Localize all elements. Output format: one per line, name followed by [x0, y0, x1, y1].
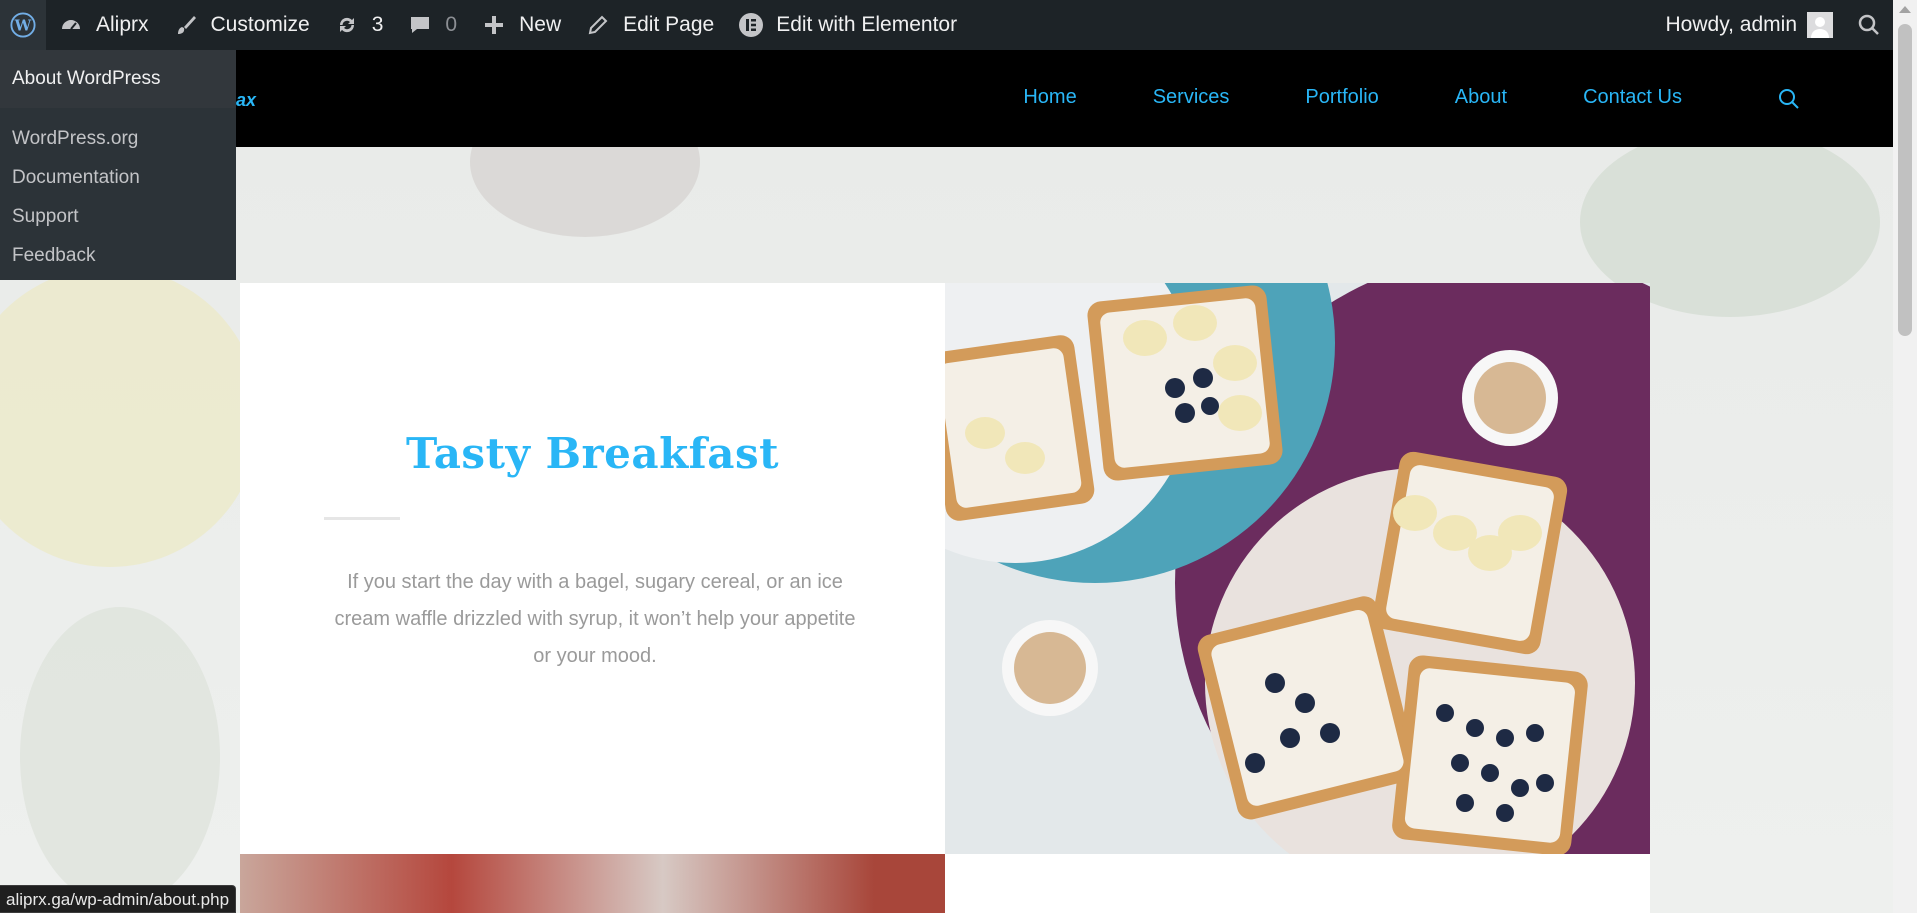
site-name-menu[interactable]: Aliprx — [46, 0, 161, 50]
feedback-link[interactable]: Feedback — [0, 239, 236, 278]
updates-count: 3 — [371, 13, 384, 36]
howdy-label: Howdy, admin — [1665, 13, 1798, 36]
account-menu[interactable]: Howdy, admin — [1654, 0, 1846, 50]
wp-links-list: WordPress.org Documentation Support Feed… — [0, 108, 236, 278]
scrollbar-thumb[interactable] — [1898, 24, 1912, 336]
wordpress-org-link[interactable]: WordPress.org — [0, 122, 236, 161]
admin-bar-secondary: Howdy, admin — [1654, 0, 1894, 50]
nav-contact-us[interactable]: Contact Us — [1583, 86, 1682, 109]
elementor-icon — [738, 12, 764, 38]
paintbrush-icon — [173, 12, 199, 38]
site-header: ax Home Services Portfolio About Contact… — [0, 50, 1893, 147]
hero-text: If you start the day with a bagel, sugar… — [334, 571, 856, 667]
new-content-button[interactable]: New — [469, 0, 573, 50]
search-icon — [1858, 14, 1879, 35]
edit-page-button[interactable]: Edit Page — [573, 0, 726, 50]
pencil-icon — [585, 12, 611, 38]
about-wordpress-link[interactable]: About WordPress — [0, 50, 236, 108]
dashboard-icon — [58, 12, 84, 38]
wp-logo-dropdown: About WordPress WordPress.org Documentat… — [0, 50, 236, 280]
hero-text-card: Tasty Breakfast If you start the day wit… — [240, 283, 945, 854]
hero-title: Tasty Breakfast — [405, 429, 779, 478]
plus-icon — [481, 12, 507, 38]
scroll-up-arrow-icon[interactable] — [1899, 6, 1911, 13]
link-status-bar: aliprx.ga/wp-admin/about.php — [0, 885, 237, 913]
next-section-image — [240, 854, 945, 913]
new-label: New — [519, 13, 562, 36]
nav-services[interactable]: Services — [1153, 86, 1230, 109]
customize-button[interactable]: Customize — [161, 0, 322, 50]
comment-icon — [407, 12, 433, 38]
breakfast-photo — [945, 283, 1650, 854]
wp-logo-menu[interactable]: W — [0, 0, 46, 50]
title-divider — [324, 517, 400, 520]
background-decoration — [0, 267, 260, 567]
updates-icon — [334, 12, 360, 38]
site-name-label: Aliprx — [96, 13, 149, 36]
wordpress-logo-icon: W — [10, 12, 36, 38]
updates-button[interactable]: 3 — [322, 0, 396, 50]
edit-with-elementor-label: Edit with Elementor — [776, 13, 958, 36]
comments-button[interactable]: 0 — [395, 0, 469, 50]
customize-label: Customize — [210, 13, 310, 36]
nav-about[interactable]: About — [1455, 86, 1507, 109]
next-section-card — [945, 854, 1650, 913]
edit-with-elementor-button[interactable]: Edit with Elementor — [726, 0, 969, 50]
support-link[interactable]: Support — [0, 200, 236, 239]
background-decoration — [470, 147, 700, 237]
edit-page-label: Edit Page — [623, 13, 715, 36]
site-logo[interactable]: ax — [236, 90, 256, 111]
nav-home[interactable]: Home — [1023, 86, 1076, 109]
documentation-link[interactable]: Documentation — [0, 161, 236, 200]
search-icon[interactable] — [1777, 87, 1801, 111]
wp-admin-bar: W Aliprx Customize 3 0 New Edit Page Edi… — [0, 0, 1893, 50]
background-decoration — [20, 607, 220, 907]
avatar — [1807, 12, 1833, 38]
admin-search-button[interactable] — [1845, 0, 1893, 50]
svg-text:W: W — [14, 17, 32, 35]
main-navigation: Home Services Portfolio About Contact Us — [947, 86, 1798, 109]
page-scrollbar[interactable] — [1893, 0, 1917, 913]
nav-portfolio[interactable]: Portfolio — [1305, 86, 1378, 109]
comments-count: 0 — [445, 13, 458, 36]
